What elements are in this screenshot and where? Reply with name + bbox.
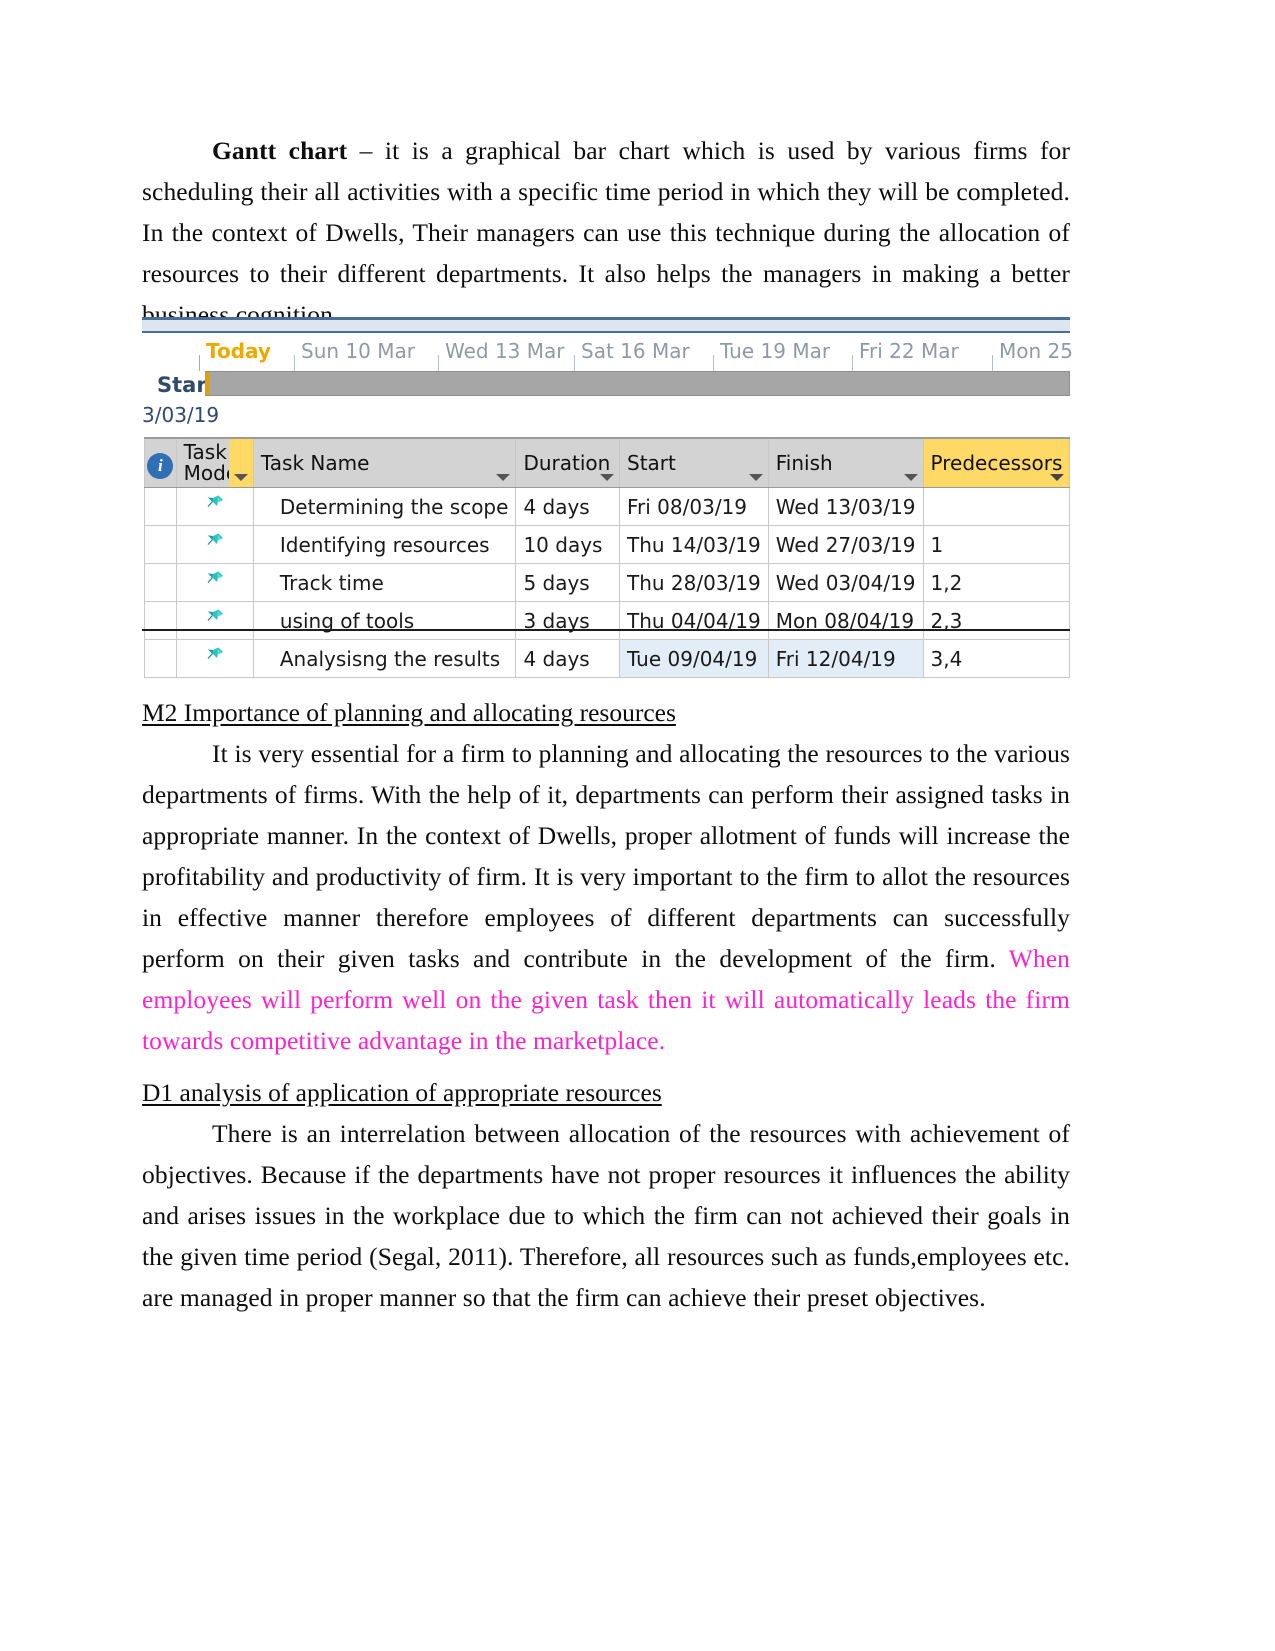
row-task-name-cell[interactable]: Analysisng the results [252, 639, 517, 678]
column-label-task-name: Task Name [260, 450, 370, 475]
gantt-task-table: i Task Mode Task Name Duration Start Fin… [144, 437, 1071, 678]
column-header-start[interactable]: Start [619, 437, 769, 488]
table-row[interactable]: Determining the scope 4 days Fri 08/03/1… [144, 487, 1071, 526]
m2-heading: M2 Importance of planning and allocating… [142, 698, 676, 727]
row-finish-cell[interactable]: Wed 27/03/19 [767, 525, 924, 564]
timescale-tick [713, 355, 714, 371]
m2-body-black: It is very essential for a firm to plann… [142, 739, 1070, 973]
manual-schedule-pin-icon [204, 645, 226, 667]
column-header-predecessors[interactable]: Predecessors [922, 437, 1071, 488]
row-task-mode-cell[interactable] [175, 563, 254, 602]
today-tick-mark [199, 355, 200, 371]
row-indicator-cell [144, 639, 177, 678]
column-header-indicator[interactable]: i [144, 437, 177, 488]
row-predecessors-cell[interactable] [922, 487, 1071, 526]
timescale-tick [438, 355, 439, 371]
column-label-predecessors: Predecessors [930, 450, 1063, 475]
gantt-bottom-rule [142, 629, 1070, 631]
chevron-down-icon[interactable] [903, 474, 918, 481]
column-header-finish[interactable]: Finish [767, 437, 924, 488]
row-predecessors-cell[interactable]: 2,3 [922, 601, 1071, 640]
manual-schedule-pin-icon [204, 607, 226, 629]
project-start-date: 3/03/19 [142, 403, 220, 427]
row-finish-cell[interactable]: Fri 12/04/19 [767, 639, 924, 678]
row-start-cell[interactable]: Fri 08/03/19 [619, 487, 769, 526]
column-label-duration: Duration [523, 450, 611, 475]
document-page: Gantt chart – it is a graphical bar char… [0, 0, 1275, 1651]
chevron-down-icon[interactable] [600, 474, 614, 481]
manual-schedule-pin-icon [204, 531, 226, 553]
row-predecessors-cell[interactable]: 1,2 [922, 563, 1071, 602]
row-task-mode-cell[interactable] [175, 639, 254, 678]
column-header-duration[interactable]: Duration [515, 437, 620, 488]
timescale-tick [992, 355, 993, 371]
row-task-name-cell[interactable]: Determining the scope [252, 487, 517, 526]
table-body: Determining the scope 4 days Fri 08/03/1… [144, 487, 1071, 678]
row-task-mode-cell[interactable] [175, 525, 254, 564]
chevron-down-icon[interactable] [233, 474, 248, 481]
row-finish-cell[interactable]: Mon 08/04/19 [767, 601, 924, 640]
row-duration-cell[interactable]: 3 days [515, 601, 620, 640]
gantt-top-band [142, 320, 1070, 333]
column-header-task-name[interactable]: Task Name [252, 437, 517, 488]
gantt-chart-figure: Today Sun 10 Mar Wed 13 Mar Sat 16 Mar T… [142, 317, 1073, 678]
gantt-chart-term: Gantt chart [212, 136, 348, 165]
row-duration-cell[interactable]: 4 days [515, 487, 620, 526]
chevron-down-icon[interactable] [496, 474, 511, 481]
m2-section: M2 Importance of planning and allocating… [142, 692, 1070, 1061]
d1-section: D1 analysis of application of appropriat… [142, 1072, 1070, 1318]
document-content: Gantt chart – it is a graphical bar char… [142, 130, 1070, 335]
row-duration-cell[interactable]: 5 days [515, 563, 620, 602]
d1-paragraph: There is an interrelation between alloca… [142, 1119, 1070, 1312]
row-indicator-cell [144, 601, 177, 640]
row-task-name-cell[interactable]: Track time [252, 563, 517, 602]
timescale-tick [574, 355, 575, 371]
timescale-label-tue-19-mar: Tue 19 Mar [720, 339, 831, 363]
information-icon: i [147, 453, 174, 479]
row-indicator-cell [144, 525, 177, 564]
table-row[interactable]: Identifying resources 10 days Thu 14/03/… [144, 525, 1071, 564]
timescale-label-wed-13-mar: Wed 13 Mar [445, 339, 565, 363]
row-start-cell[interactable]: Thu 14/03/19 [619, 525, 769, 564]
project-summary-bar[interactable] [205, 371, 1070, 396]
row-indicator-cell [144, 563, 177, 602]
row-start-cell[interactable]: Tue 09/04/19 [619, 639, 769, 678]
row-task-mode-cell[interactable] [175, 487, 254, 526]
column-header-task-mode[interactable]: Task Mode [175, 437, 254, 488]
row-task-mode-cell[interactable] [175, 601, 254, 640]
row-finish-cell[interactable]: Wed 13/03/19 [767, 487, 924, 526]
table-row[interactable]: Track time 5 days Thu 28/03/19 Wed 03/04… [144, 563, 1071, 602]
row-predecessors-cell[interactable]: 1 [922, 525, 1071, 564]
column-label-finish: Finish [775, 450, 833, 475]
d1-heading: D1 analysis of application of appropriat… [142, 1078, 662, 1107]
timescale-tick [852, 355, 853, 371]
manual-schedule-pin-icon [204, 493, 226, 515]
row-indicator-cell [144, 487, 177, 526]
timescale-label-sun-10-mar: Sun 10 Mar [301, 339, 415, 363]
timescale-label-sat-16-mar: Sat 16 Mar [581, 339, 690, 363]
table-row[interactable]: using of tools 3 days Thu 04/04/19 Mon 0… [144, 601, 1071, 640]
row-predecessors-cell[interactable]: 3,4 [922, 639, 1071, 678]
timescale-label-fri-22-mar: Fri 22 Mar [859, 339, 959, 363]
table-row[interactable]: Analysisng the results 4 days Tue 09/04/… [144, 639, 1071, 678]
column-label-start: Start [627, 450, 676, 475]
table-header-row: i Task Mode Task Name Duration Start Fin… [144, 437, 1071, 488]
row-finish-cell[interactable]: Wed 03/04/19 [767, 563, 924, 602]
m2-paragraph: It is very essential for a firm to plann… [142, 733, 1070, 1061]
chevron-down-icon[interactable] [748, 474, 763, 481]
chevron-down-icon[interactable] [1050, 474, 1064, 481]
row-task-name-cell[interactable]: using of tools [252, 601, 517, 640]
row-start-cell[interactable]: Thu 04/04/19 [619, 601, 769, 640]
row-task-name-cell[interactable]: Identifying resources [252, 525, 517, 564]
timescale-tick [294, 355, 295, 371]
gantt-timescale: Today Sun 10 Mar Wed 13 Mar Sat 16 Mar T… [142, 337, 1073, 373]
row-duration-cell[interactable]: 10 days [515, 525, 620, 564]
gantt-start-row: Start [142, 371, 1070, 401]
timescale-label-mon-25: Mon 25 [999, 339, 1073, 363]
row-start-cell[interactable]: Thu 28/03/19 [619, 563, 769, 602]
manual-schedule-pin-icon [204, 569, 226, 591]
row-duration-cell[interactable]: 4 days [515, 639, 620, 678]
today-label: Today [206, 339, 271, 363]
gantt-intro-paragraph: Gantt chart – it is a graphical bar char… [142, 130, 1070, 335]
